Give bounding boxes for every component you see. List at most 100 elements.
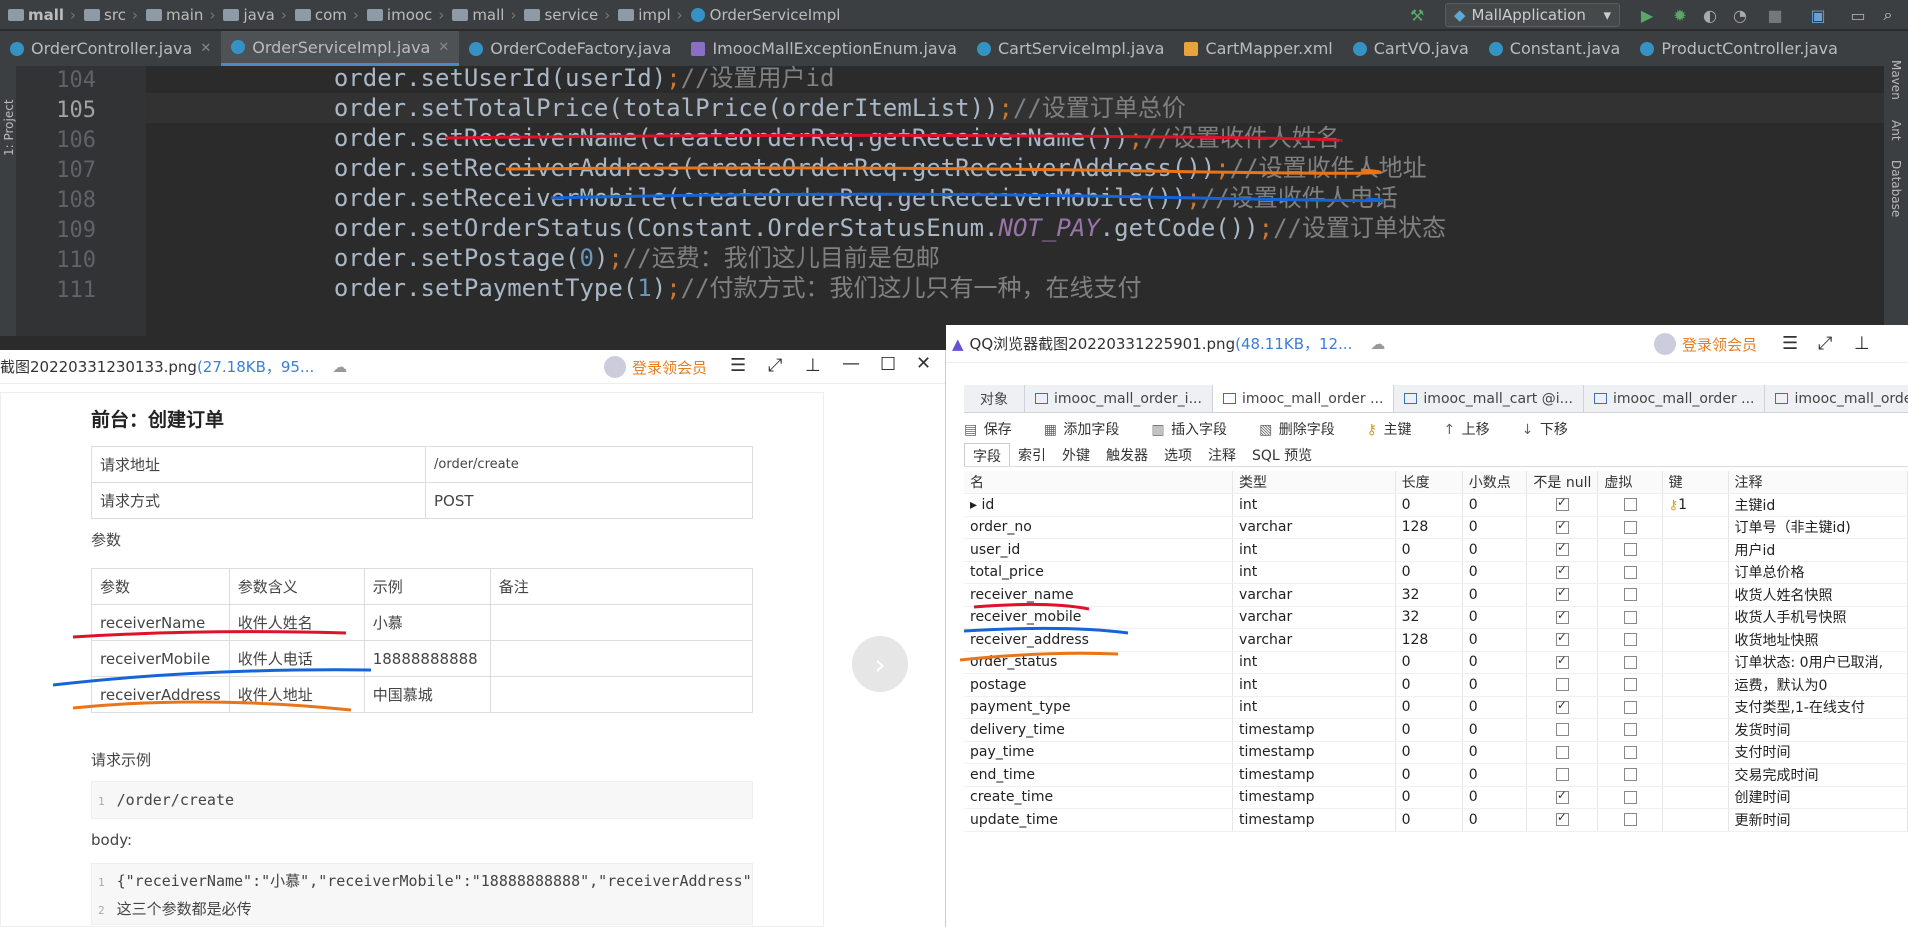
code-gutter: 1 [98,795,105,808]
chevron-right-icon: › [70,5,77,24]
code-annotations [445,133,1385,203]
breadcrumb-label: OrderServiceImpl [709,5,841,24]
breadcrumb-item[interactable]: OrderServiceImpl [687,6,845,24]
class-icon [1488,41,1503,56]
class-icon [1352,41,1367,56]
editor-tab[interactable]: OrderServiceImpl.java ✕ [221,31,460,66]
blue-underline-mobile [550,192,1385,203]
maximize-icon[interactable]: ☐ [880,354,896,375]
breadcrumb-label: java [243,5,275,24]
run-icon[interactable]: ▶ [1637,5,1657,25]
build-hammer-icon[interactable]: ⚒ [1410,6,1424,25]
viewer-title: 截图20220331230133.png [0,358,197,376]
breadcrumb: mall › src › main › java › com › imooc › mall › servic… [0,6,844,24]
breadcrumb-item[interactable]: java › [219,6,290,24]
breadcrumb-label: mall [472,5,505,24]
body-line-2: 2 这三个参数都是必传 [98,896,746,924]
code-editor[interactable]: order.setPaymentType(1);//付款方式：我们这儿只有一种，… [146,64,1884,336]
breadcrumb-item[interactable]: mall › [448,6,520,24]
class-icon [690,7,705,22]
stop-icon[interactable]: ■ [1765,5,1785,25]
left-image-viewer: 截图20220331230133.png (27.18KB，95... ☁ 登录… [0,350,946,927]
project-tool-strip[interactable]: 1: Project [0,66,16,336]
breadcrumb-item[interactable]: impl › [614,6,686,24]
fullscreen-icon[interactable]: ⤢ [768,355,782,376]
layout-icon[interactable]: ▭ [1848,5,1868,25]
profile-icon[interactable]: ◔ [1730,5,1750,25]
line-number-gutter: 104 105 106 107 108 109 110 111 [16,66,146,336]
search-icon[interactable]: ⌕ [1878,5,1898,25]
chevron-down-icon: ▾ [1603,6,1611,24]
editor-tab-label: OrderServiceImpl.java [252,37,431,57]
red-underline-name [445,133,1343,143]
editor-tab-label: CartServiceImpl.java [997,39,1165,58]
enum-icon [691,41,706,56]
editor-tab[interactable]: OrderController.java ✕ [0,31,221,66]
table-annotations [959,602,1129,662]
close-icon[interactable]: ✕ [200,41,211,56]
right-image-viewer: ▲ QQ浏览器截图20220331225901.png (48.11KB，12.… [946,325,1908,927]
breadcrumb-item[interactable]: main › [142,6,219,24]
folder-icon [223,8,240,21]
breadcrumb-label: com [314,5,347,24]
database-tool-label[interactable]: Database [1889,160,1903,217]
cloud-upload-icon[interactable]: ☁ [332,358,347,376]
blue-underline-mobile [52,668,372,687]
project-structure-icon[interactable]: ▣ [1808,5,1828,25]
class-icon [10,41,24,56]
minimize-icon[interactable]: — [842,353,860,374]
folder-icon [8,8,24,21]
login-vip-link[interactable]: 登录领会员 [604,356,707,378]
chevron-right-icon: › [352,5,359,24]
editor-tab[interactable]: Constant.java [1479,31,1631,66]
editor-tab-label: OrderController.java [31,39,193,58]
class-icon [1640,41,1655,56]
folder-icon [84,8,101,21]
xml-file-icon [1184,41,1199,56]
breadcrumb-item[interactable]: service › [520,6,614,24]
editor-tab[interactable]: CartServiceImpl.java [967,31,1174,66]
chevron-right-icon: › [438,5,445,24]
body-line-1: 1 {"receiverName":"小慕","receiverMobile":"… [98,868,752,896]
project-tool-label[interactable]: 1: Project [2,99,16,156]
breadcrumb-item[interactable]: mall › [4,6,80,24]
editor-tab[interactable]: ProductController.java [1630,31,1848,66]
menu-icon[interactable]: ☰ [730,355,746,376]
orange-underline-address [72,700,352,712]
ant-tool-label[interactable]: Ant [1889,120,1903,141]
coverage-icon[interactable]: ◐ [1700,5,1720,25]
api-doc-image: 前台：创建订单 请求地址/order/create 请求方式 POST 参数 参数… [0,392,824,927]
orange-underline-address [505,166,1382,175]
pin-icon[interactable]: ⊥ [805,355,821,376]
editor-tab[interactable]: CartMapper.xml [1174,31,1342,66]
next-image-button[interactable]: › [852,636,908,692]
body-line-2-text: 这三个参数都是必传 [116,900,252,918]
breadcrumb-item[interactable]: com › [291,6,363,24]
editor-tab-label: CartMapper.xml [1205,39,1333,58]
breadcrumb-label: main [165,5,204,24]
right-tool-strip: Maven Ant Database [1884,40,1908,330]
editor-tab[interactable]: CartVO.java [1343,31,1479,66]
body-code: 1 {"receiverName":"小慕","receiverMobile":"… [91,863,753,925]
debug-icon[interactable]: ✹ [1670,5,1690,25]
code-gutter: 1 [98,876,105,889]
request-example-text: /order/create [116,791,235,809]
run-config-select[interactable]: ◆ MallApplication ▾ [1445,3,1620,27]
folder-icon [366,8,383,21]
editor-tab[interactable]: OrderCodeFactory.java [459,31,681,66]
editor-tab-bar: OrderController.java ✕ OrderServiceImpl.ja… [0,31,1908,66]
editor-tab[interactable]: ImoocMallExceptionEnum.java [681,31,967,66]
close-icon[interactable]: ✕ [916,353,931,374]
breadcrumb-label: service [544,5,599,24]
body-label: body: [91,831,133,849]
maven-tool-label[interactable]: Maven [1889,60,1903,100]
editor-tab-label: OrderCodeFactory.java [490,39,672,58]
breadcrumb-item[interactable]: src › [80,6,142,24]
chevron-right-icon: › [280,5,287,24]
breadcrumb-label: mall [28,5,65,24]
close-icon[interactable]: ✕ [438,40,449,55]
folder-icon [294,8,311,21]
breadcrumb-item[interactable]: imooc › [363,6,448,24]
line-number: 111 [56,278,96,303]
chevron-right-icon: › [131,5,138,24]
